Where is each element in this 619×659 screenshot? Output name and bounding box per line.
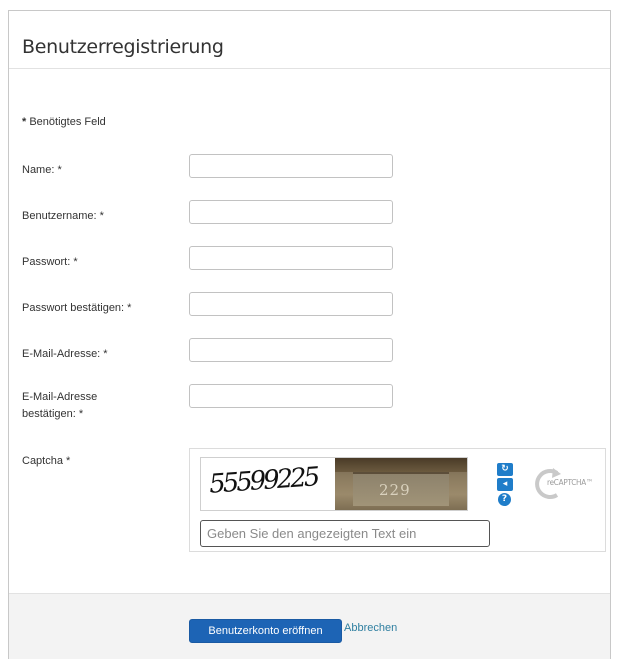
panel-header: Benutzerregistrierung (9, 11, 610, 69)
audio-icon[interactable]: ◂ (497, 478, 513, 491)
confirm-email-input[interactable] (189, 384, 393, 408)
cancel-link[interactable]: Abbrechen (344, 622, 397, 634)
email-input[interactable] (189, 338, 393, 362)
captcha-image: 55599225 229 (200, 457, 468, 511)
required-note-text: Benötigtes Feld (29, 116, 106, 128)
recaptcha-logo-text: reCAPTCHA™ (547, 478, 593, 487)
email-label: E-Mail-Adresse: * (22, 348, 108, 360)
captcha-photo-foliage (335, 458, 467, 472)
captcha-label: Captcha * (22, 455, 71, 467)
confirm-email-label: E-Mail-Adresse bestätigen: * (22, 389, 97, 423)
password-label: Passwort: * (22, 256, 78, 268)
confirm-email-label-line2: bestätigen: * (22, 408, 84, 420)
create-account-button[interactable]: Benutzerkonto eröffnen (189, 619, 342, 643)
captcha-widget: 55599225 229 ↻ ◂ ? reCAPTCHA™ (189, 448, 606, 552)
captcha-photo-number: 229 (379, 481, 411, 499)
captcha-photo-image: 229 (335, 458, 467, 510)
captcha-word-image: 55599225 (201, 458, 335, 510)
captcha-word-text: 55599225 (208, 462, 319, 500)
refresh-icon[interactable]: ↻ (497, 463, 513, 476)
name-label: Name: * (22, 164, 62, 176)
confirm-password-input[interactable] (189, 292, 393, 316)
form-footer: Benutzerkonto eröffnen Abbrechen (9, 593, 610, 659)
recaptcha-logo: reCAPTCHA™ (533, 467, 597, 501)
confirm-password-label: Passwort bestätigen: * (22, 302, 132, 314)
name-input[interactable] (189, 154, 393, 178)
required-marker: * (22, 116, 27, 128)
password-input[interactable] (189, 246, 393, 270)
page-title: Benutzerregistrierung (22, 36, 224, 58)
captcha-input[interactable] (200, 520, 490, 547)
username-input[interactable] (189, 200, 393, 224)
confirm-email-label-line1: E-Mail-Adresse (22, 391, 98, 403)
registration-panel: Benutzerregistrierung * Benötigtes Feld … (8, 10, 611, 659)
help-icon[interactable]: ? (498, 493, 511, 506)
username-label: Benutzername: * (22, 210, 104, 222)
required-field-note: * Benötigtes Feld (22, 116, 106, 128)
